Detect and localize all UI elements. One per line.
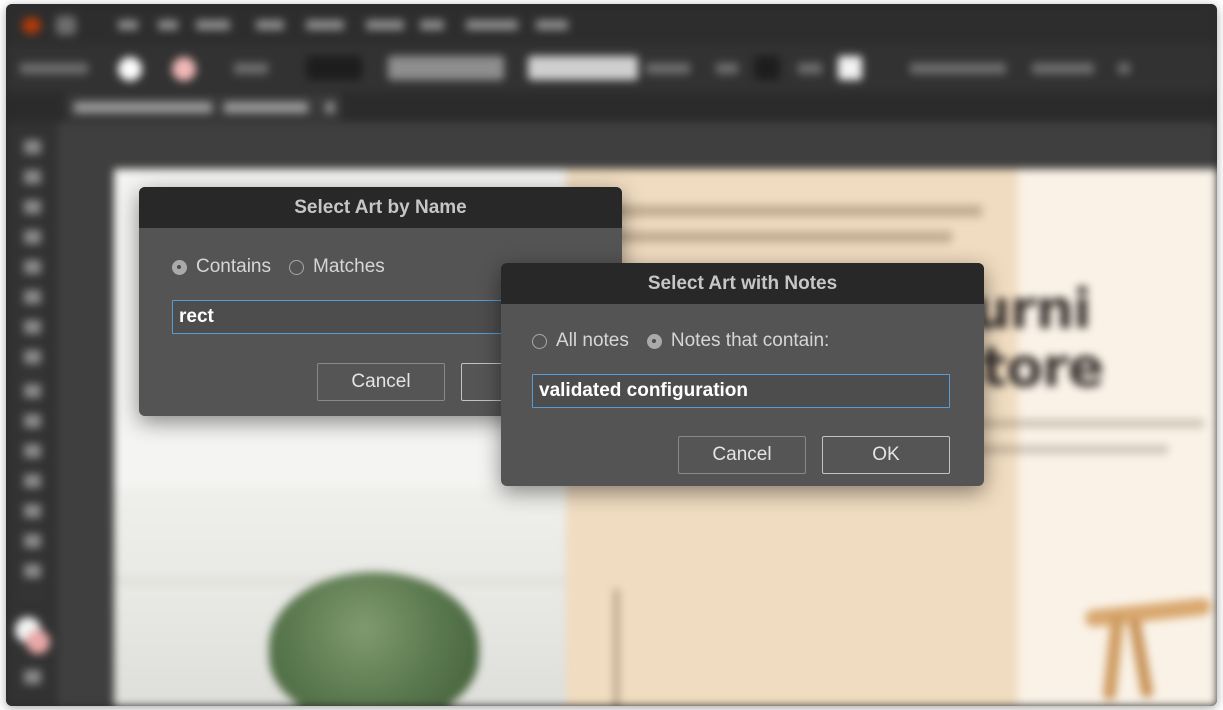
menu-item-effect[interactable] bbox=[420, 20, 444, 30]
matches-radio-label: Matches bbox=[313, 256, 385, 277]
type-tool-icon[interactable] bbox=[24, 320, 41, 334]
plant-graphic bbox=[269, 572, 479, 706]
name-match-mode-group[interactable]: Contains Matches bbox=[172, 256, 385, 278]
distribute-dropdown[interactable] bbox=[754, 56, 780, 80]
matches-radio-icon[interactable] bbox=[289, 259, 304, 275]
chair-leg-left bbox=[1102, 613, 1125, 701]
transform-label bbox=[716, 63, 738, 74]
artboard-toggle-button[interactable] bbox=[838, 56, 862, 80]
tools-divider-1 bbox=[18, 374, 46, 375]
magic-wand-tool-icon[interactable] bbox=[24, 200, 41, 214]
radio-option-matches[interactable]: Matches bbox=[289, 256, 385, 278]
paintbrush-tool-icon[interactable] bbox=[24, 414, 41, 428]
control-bar[interactable] bbox=[6, 44, 1217, 93]
application-window: furni store Select Art by Name Contains … bbox=[6, 4, 1217, 706]
selection-status-label bbox=[20, 63, 88, 74]
menu-item-file[interactable] bbox=[158, 20, 178, 30]
screen-mode-icon[interactable] bbox=[24, 670, 41, 684]
menu-item-type[interactable] bbox=[306, 20, 344, 30]
shaper-tool-icon[interactable] bbox=[24, 444, 41, 458]
select-art-with-notes-dialog[interactable]: Select Art with Notes All notes Notes th… bbox=[501, 263, 984, 486]
opacity-field[interactable] bbox=[388, 56, 504, 80]
notes-search-input[interactable] bbox=[532, 374, 950, 408]
workspace-switcher-icon[interactable] bbox=[1118, 63, 1130, 74]
document-tab-close-icon[interactable] bbox=[326, 102, 334, 113]
brand-subcopy-line-1 bbox=[954, 419, 1204, 428]
hero-text-line-2 bbox=[584, 231, 952, 243]
radio-option-notes-that-contain[interactable]: Notes that contain: bbox=[646, 330, 830, 352]
notes-that-contain-radio-label: Notes that contain: bbox=[670, 330, 830, 351]
lasso-tool-icon[interactable] bbox=[24, 230, 41, 244]
curvature-tool-icon[interactable] bbox=[24, 290, 41, 304]
tools-divider-2 bbox=[18, 594, 46, 595]
all-notes-radio-label: All notes bbox=[556, 330, 629, 351]
radio-option-all-notes[interactable]: All notes bbox=[532, 330, 629, 352]
hero-text-line-1 bbox=[584, 205, 982, 217]
stroke-profile-dropdown[interactable] bbox=[306, 56, 362, 80]
notes-ok-button[interactable]: OK bbox=[822, 436, 950, 474]
selection-tool-icon[interactable] bbox=[24, 140, 41, 154]
apple-menu-icon[interactable] bbox=[22, 17, 41, 34]
menu-item-illustrator[interactable] bbox=[118, 20, 138, 30]
scale-tool-icon[interactable] bbox=[24, 534, 41, 548]
notes-cancel-button[interactable]: Cancel bbox=[678, 436, 806, 474]
width-tool-icon[interactable] bbox=[24, 564, 41, 578]
contains-radio-icon[interactable] bbox=[172, 259, 187, 275]
menu-item-window[interactable] bbox=[536, 20, 568, 30]
menu-item-object[interactable] bbox=[256, 20, 284, 30]
document-tab-title bbox=[74, 102, 212, 113]
menu-item-select[interactable] bbox=[366, 20, 404, 30]
radio-option-contains[interactable]: Contains bbox=[172, 256, 271, 278]
product-photo bbox=[114, 488, 566, 706]
menu-item-edit[interactable] bbox=[196, 20, 230, 30]
pen-tool-icon[interactable] bbox=[24, 260, 41, 274]
eraser-tool-icon[interactable] bbox=[24, 474, 41, 488]
rotate-tool-icon[interactable] bbox=[24, 504, 41, 518]
stroke-swatch-tool[interactable] bbox=[26, 630, 50, 654]
menu-bar[interactable] bbox=[6, 4, 1217, 44]
brand-subcopy-line-2 bbox=[954, 445, 1168, 454]
style-field[interactable] bbox=[528, 56, 638, 80]
select-art-with-notes-buttons: Cancel OK bbox=[532, 436, 950, 474]
lamp-pole-graphic bbox=[614, 589, 619, 706]
rectangle-tool-icon[interactable] bbox=[24, 384, 41, 398]
contains-radio-label: Contains bbox=[196, 256, 271, 277]
chair-seat bbox=[1084, 597, 1212, 628]
notes-search-input-wrapper bbox=[532, 374, 950, 408]
tools-panel[interactable] bbox=[6, 122, 59, 706]
fill-color-swatch[interactable] bbox=[118, 57, 142, 81]
notes-match-mode-group[interactable]: All notes Notes that contain: bbox=[532, 330, 829, 352]
select-art-by-name-title: Select Art by Name bbox=[139, 187, 622, 228]
arrange-label bbox=[798, 63, 822, 74]
select-art-with-notes-body: All notes Notes that contain: Cancel OK bbox=[501, 304, 984, 486]
document-setup-label[interactable] bbox=[910, 63, 1006, 74]
stroke-weight-label bbox=[234, 63, 268, 74]
notes-that-contain-radio-icon[interactable] bbox=[646, 333, 662, 349]
illustrator-app-icon[interactable] bbox=[56, 16, 76, 35]
direct-selection-tool-icon[interactable] bbox=[24, 170, 41, 184]
document-tab-zoom bbox=[224, 102, 308, 113]
stroke-color-swatch[interactable] bbox=[172, 57, 196, 81]
name-cancel-button[interactable]: Cancel bbox=[317, 363, 445, 401]
align-label bbox=[646, 63, 690, 74]
select-art-with-notes-title: Select Art with Notes bbox=[501, 263, 984, 304]
all-notes-radio-icon[interactable] bbox=[532, 333, 547, 349]
chair-graphic bbox=[1079, 578, 1212, 701]
line-segment-tool-icon[interactable] bbox=[24, 350, 41, 364]
menu-item-view[interactable] bbox=[466, 20, 518, 30]
preferences-label[interactable] bbox=[1032, 63, 1094, 74]
chair-leg-right bbox=[1128, 617, 1154, 699]
